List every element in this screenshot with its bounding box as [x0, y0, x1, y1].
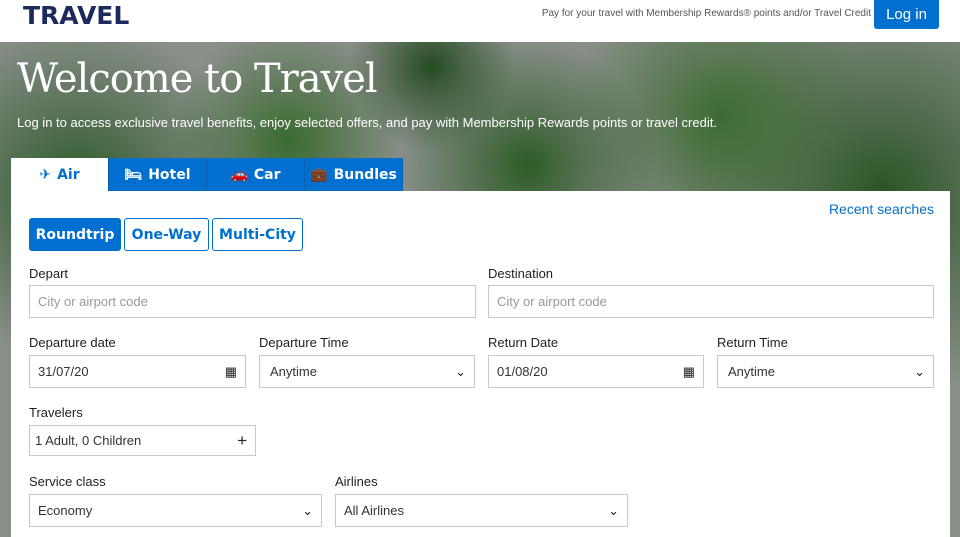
- airlines-label: Airlines: [335, 474, 378, 489]
- plus-icon[interactable]: +: [237, 431, 247, 451]
- tab-bundles[interactable]: 💼 Bundles: [305, 158, 403, 191]
- service-class-select[interactable]: Economy ⌄: [29, 494, 322, 527]
- depart-label: Depart: [29, 266, 69, 281]
- recent-searches-link[interactable]: Recent searches: [829, 201, 934, 217]
- promo-text: Pay for your travel with Membership Rewa…: [541, 8, 871, 19]
- chevron-down-icon: ⌄: [914, 363, 925, 379]
- bed-icon: 🛏: [124, 166, 143, 183]
- tab-label: Air: [57, 166, 80, 183]
- booking-tabs: ✈ Air 🛏 Hotel 🚗 Car 💼 Bundles: [11, 158, 403, 191]
- page-title: Welcome to Travel: [17, 56, 378, 102]
- tab-air[interactable]: ✈ Air: [11, 158, 109, 191]
- tab-label: Bundles: [333, 166, 397, 183]
- tab-label: Hotel: [148, 166, 191, 183]
- departure-date-label: Departure date: [29, 335, 116, 350]
- departure-time-value: Anytime: [270, 364, 317, 379]
- multi-city-button[interactable]: Multi-City: [212, 218, 303, 251]
- depart-input[interactable]: City or airport code: [29, 285, 476, 318]
- search-panel: Recent searches Roundtrip One-Way Multi-…: [11, 191, 950, 537]
- depart-placeholder: City or airport code: [38, 294, 148, 309]
- chevron-down-icon: ⌄: [608, 502, 619, 518]
- top-bar: TRAVEL Pay for your travel with Membersh…: [0, 0, 960, 42]
- briefcase-icon: 💼: [310, 166, 328, 183]
- calendar-icon[interactable]: ▦: [683, 364, 695, 380]
- destination-label: Destination: [488, 266, 554, 281]
- roundtrip-button[interactable]: Roundtrip: [29, 218, 121, 251]
- chevron-down-icon: ⌄: [302, 502, 313, 518]
- departure-time-select[interactable]: Anytime ⌄: [259, 355, 475, 388]
- return-time-label: Return Time: [717, 335, 788, 350]
- chevron-down-icon: ⌄: [455, 363, 466, 379]
- destination-placeholder: City or airport code: [497, 294, 607, 309]
- travelers-input[interactable]: 1 Adult, 0 Children +: [29, 425, 256, 456]
- calendar-icon[interactable]: ▦: [225, 364, 237, 380]
- car-icon: 🚗: [230, 166, 248, 183]
- service-class-label: Service class: [29, 474, 106, 489]
- tab-car[interactable]: 🚗 Car: [207, 158, 305, 191]
- return-date-label: Return Date: [488, 335, 559, 350]
- service-class-value: Economy: [38, 503, 93, 518]
- tab-label: Car: [253, 166, 281, 183]
- return-time-value: Anytime: [728, 364, 775, 379]
- hero-subtitle: Log in to access exclusive travel benefi…: [17, 115, 717, 130]
- return-date-input[interactable]: 01/08/20 ▦: [488, 355, 704, 388]
- departure-time-label: Departure Time: [259, 335, 349, 350]
- departure-date-input[interactable]: 31/07/20 ▦: [29, 355, 246, 388]
- one-way-button[interactable]: One-Way: [124, 218, 209, 251]
- destination-input[interactable]: City or airport code: [488, 285, 934, 318]
- return-date-value: 01/08/20: [497, 364, 548, 379]
- plane-icon: ✈: [39, 166, 52, 183]
- login-button[interactable]: Log in: [874, 0, 939, 29]
- logo[interactable]: TRAVEL: [23, 1, 129, 30]
- travelers-value: 1 Adult, 0 Children: [35, 433, 142, 448]
- tab-hotel[interactable]: 🛏 Hotel: [109, 158, 207, 191]
- departure-date-value: 31/07/20: [38, 364, 89, 379]
- return-time-select[interactable]: Anytime ⌄: [717, 355, 934, 388]
- airlines-select[interactable]: All Airlines ⌄: [335, 494, 628, 527]
- travelers-label: Travelers: [29, 405, 83, 420]
- airlines-value: All Airlines: [344, 503, 404, 518]
